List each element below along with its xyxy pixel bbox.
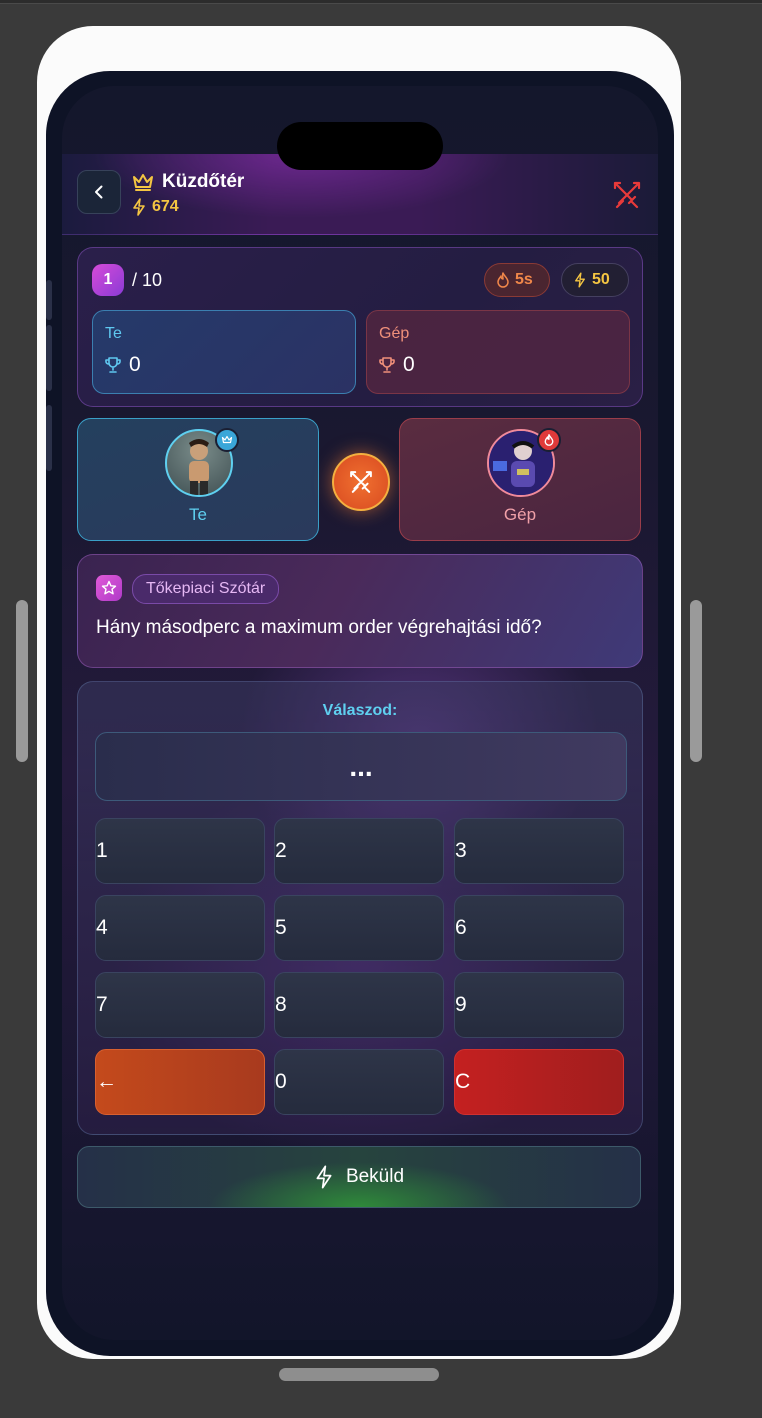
flame-icon [497, 272, 509, 288]
trophy-icon [105, 357, 121, 373]
flame-badge [537, 428, 561, 452]
crossed-swords-icon[interactable] [610, 178, 644, 212]
app-screen: Küzdőtér 674 1 / 10 5s 50 Te 0 Gép 0 Te … [62, 86, 658, 1340]
lightning-icon [133, 198, 145, 216]
key-label: 6 [455, 916, 467, 939]
player-name-cpu: Gép [503, 505, 537, 524]
key-label: 5 [275, 916, 287, 939]
key-label: 7 [96, 993, 108, 1016]
back-button[interactable] [77, 170, 121, 214]
points-value: 674 [152, 198, 179, 215]
key-3[interactable]: 3 [454, 818, 624, 884]
category-tag: Tőkepiaci Szótár [132, 574, 280, 604]
answer-display[interactable]: ... [95, 732, 627, 801]
timer-value: 5s [515, 271, 533, 288]
reward-badge: 50 [561, 263, 629, 297]
side-button-2 [46, 325, 52, 391]
crown-badge [215, 428, 239, 452]
chevron-left-icon [95, 185, 103, 199]
question-card: Tőkepiaci Szótár Hány másodperc a maximu… [77, 554, 643, 668]
top-edge [0, 0, 762, 4]
your-score-value: 0 [129, 353, 141, 376]
key-label: 0 [275, 1070, 287, 1093]
crown-icon [133, 174, 153, 191]
answer-label: Válaszod: [322, 702, 398, 719]
backspace-key[interactable]: ← [95, 1049, 265, 1115]
page-title: Küzdőtér [162, 171, 245, 192]
your-score-box: Te 0 [92, 310, 356, 394]
side-button-1 [46, 280, 52, 320]
round-total: / 10 [132, 270, 163, 290]
side-scroll-right[interactable] [690, 600, 702, 762]
side-button-3 [46, 405, 52, 471]
points-display: 674 [132, 198, 179, 216]
key-label: ← [96, 1070, 117, 1093]
flame-icon [544, 434, 554, 446]
round-current-badge: 1 [92, 264, 124, 296]
key-6[interactable]: 6 [454, 895, 624, 961]
key-label: C [455, 1070, 471, 1093]
your-score-row: 0 [105, 353, 141, 377]
versus-badge [332, 453, 390, 511]
key-label: 4 [96, 916, 108, 939]
player-card-you: Te [77, 418, 319, 541]
key-8[interactable]: 8 [274, 972, 444, 1038]
crown-icon [221, 435, 233, 444]
home-indicator[interactable] [279, 1368, 439, 1381]
lightning-icon [575, 272, 585, 288]
key-7[interactable]: 7 [95, 972, 265, 1038]
cpu-score-box: Gép 0 [366, 310, 630, 394]
submit-button[interactable]: Beküld [77, 1146, 641, 1208]
key-0[interactable]: 0 [274, 1049, 444, 1115]
reward-value: 50 [592, 271, 610, 288]
question-text: Hány másodperc a maximum order végrehajt… [96, 617, 542, 638]
key-label: 8 [275, 993, 287, 1016]
star-badge [96, 575, 122, 601]
star-icon [101, 580, 117, 595]
your-score-label: Te [105, 325, 122, 342]
key-5[interactable]: 5 [274, 895, 444, 961]
key-9[interactable]: 9 [454, 972, 624, 1038]
cpu-score-label: Gép [379, 325, 410, 342]
player-card-cpu: Gép [399, 418, 641, 541]
score-card: 1 / 10 5s 50 Te 0 Gép 0 [77, 247, 643, 407]
timer-badge: 5s [484, 263, 550, 297]
key-2[interactable]: 2 [274, 818, 444, 884]
key-label: 9 [455, 993, 467, 1016]
submit-label: Beküld [345, 1166, 405, 1187]
crossed-swords-icon [350, 471, 372, 493]
cpu-score-row: 0 [379, 353, 415, 377]
key-4[interactable]: 4 [95, 895, 265, 961]
cpu-score-value: 0 [403, 353, 415, 376]
player-name-you: Te [189, 505, 207, 524]
trophy-icon [379, 357, 395, 373]
key-label: 3 [455, 839, 467, 862]
key-label: 2 [275, 839, 287, 862]
lightning-icon [316, 1165, 332, 1189]
clear-key[interactable]: C [454, 1049, 624, 1115]
dynamic-island [277, 122, 443, 170]
answer-keypad-panel: Válaszod: ... 1 2 3 4 5 6 7 8 9 ← 0 C [77, 681, 643, 1135]
side-scroll-left[interactable] [16, 600, 28, 762]
key-1[interactable]: 1 [95, 818, 265, 884]
key-label: 1 [96, 839, 108, 862]
